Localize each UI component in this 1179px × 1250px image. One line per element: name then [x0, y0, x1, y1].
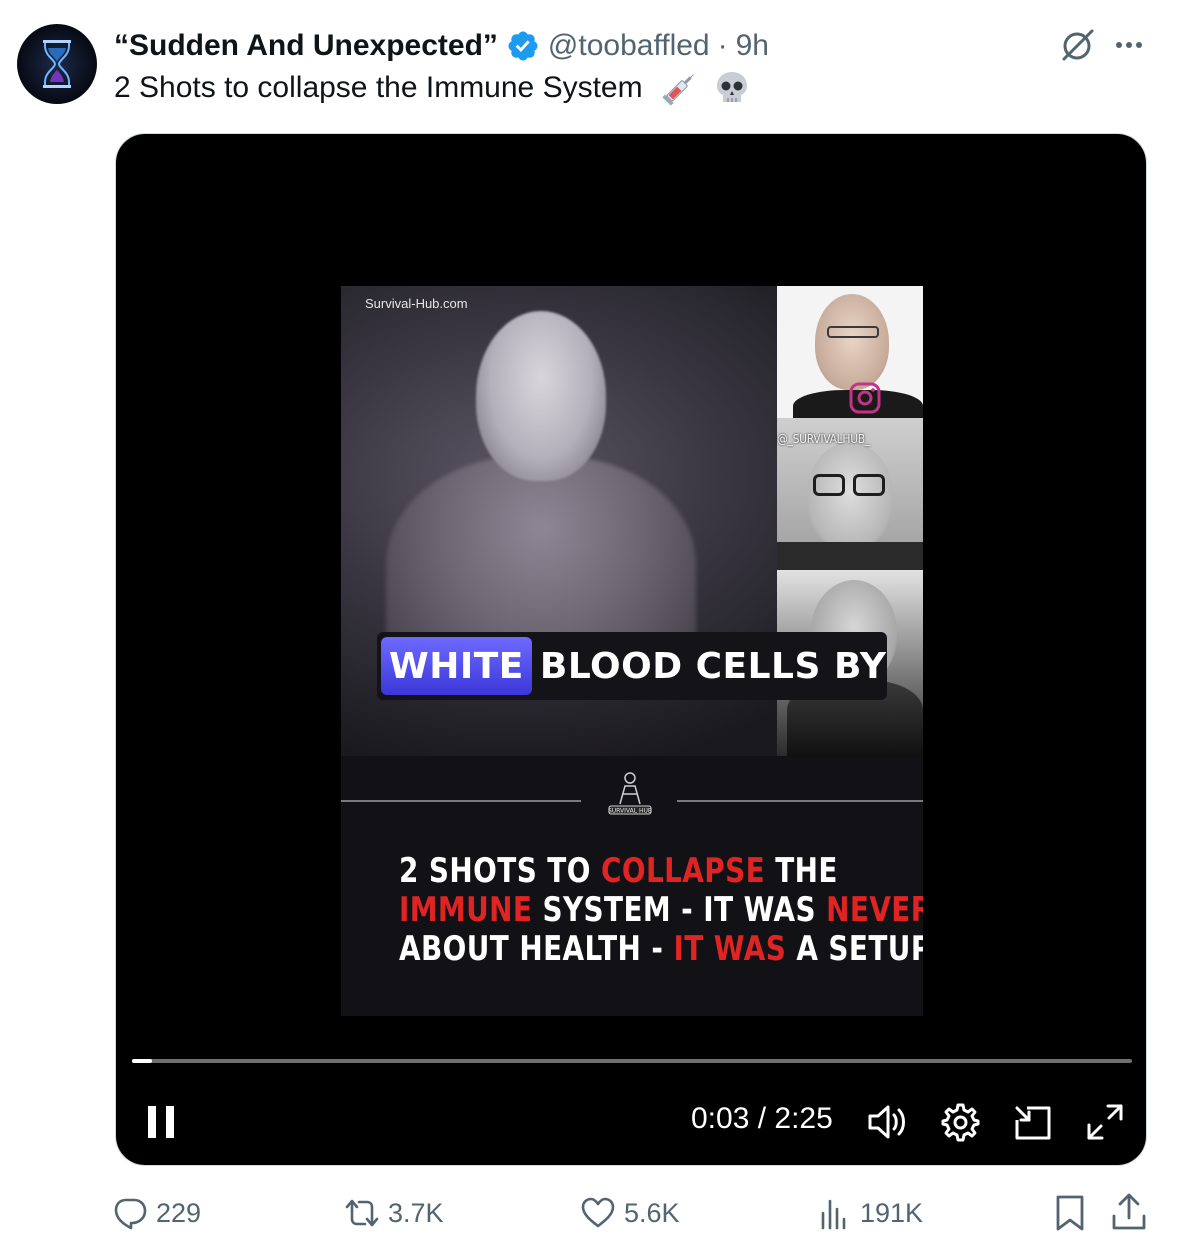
view-count: 191K: [860, 1197, 924, 1228]
more-options-icon[interactable]: [1112, 30, 1146, 60]
settings-gear-icon[interactable]: [940, 1102, 980, 1142]
views-button[interactable]: 191K: [816, 1190, 923, 1236]
caption-text: BLOOD CELLS BY: [539, 645, 887, 687]
volume-icon[interactable]: [866, 1102, 908, 1142]
separator-dot: ·: [717, 29, 728, 62]
reply-button[interactable]: 229: [112, 1190, 201, 1236]
repost-count: 3.7K: [388, 1197, 444, 1228]
reply-count: 229: [156, 1197, 202, 1228]
repost-button[interactable]: 3.7K: [344, 1190, 444, 1236]
timestamp[interactable]: 9h: [736, 29, 769, 63]
divider-left: [341, 800, 581, 802]
share-icon[interactable]: [1110, 1192, 1148, 1232]
video-progress-fill: [132, 1059, 152, 1063]
verified-badge-icon[interactable]: [506, 29, 540, 63]
author-handle[interactable]: @toobaffled: [548, 29, 710, 63]
pause-icon[interactable]: [146, 1104, 176, 1140]
headline-line-2: IMMUNE SYSTEM - IT WAS NEVER: [399, 890, 923, 930]
tweet-action-bar: 229 3.7K 5.6K 191K: [0, 1190, 1179, 1236]
logo-text: SURVIVAL HUB: [608, 808, 652, 815]
video-progress-bar[interactable]: [132, 1059, 1132, 1063]
bookmark-icon[interactable]: [1052, 1194, 1088, 1232]
instagram-icon: [849, 382, 881, 414]
like-count: 5.6K: [624, 1197, 680, 1228]
time-display: 0:03 / 2:25: [691, 1102, 833, 1135]
portrait-1: [777, 286, 923, 418]
video-headline: 2 SHOTS TO COLLAPSE THE IMMUNE SYSTEM - …: [399, 851, 923, 969]
divider-right: [677, 800, 923, 802]
blurred-figure-head: [476, 311, 606, 481]
tweet-header: “Sudden And Unexpected” @toobaffled · 9h: [114, 26, 769, 66]
caption-highlight: WHITE: [381, 637, 532, 695]
watermark-text: @_SURVIVALHUB_: [777, 432, 871, 446]
fullscreen-icon[interactable]: [1085, 1102, 1125, 1142]
video-player[interactable]: Survival-Hub.com @_SURVIVALHUB_ WHITE BL…: [115, 133, 1147, 1166]
picture-in-picture-icon[interactable]: [1013, 1102, 1053, 1142]
reply-icon: [114, 1198, 147, 1230]
views-chart-icon: [821, 1199, 846, 1230]
survival-hub-logo-icon: SURVIVAL HUB: [608, 772, 652, 815]
headline-line-3: ABOUT HEALTH - IT WAS A SETUP: [399, 929, 923, 969]
avatar[interactable]: [17, 24, 97, 104]
repost-icon: [345, 1199, 379, 1227]
tweet-text-content: 2 Shots to collapse the Immune System: [114, 71, 643, 104]
tweet-text: 2 Shots to collapse the Immune System: [114, 68, 751, 108]
skull-emoji-icon: [716, 72, 747, 102]
site-label: Survival-Hub.com: [365, 296, 468, 311]
hourglass-icon: [43, 40, 71, 88]
grok-icon[interactable]: [1058, 26, 1096, 64]
like-button[interactable]: 5.6K: [580, 1190, 680, 1236]
heart-icon: [581, 1197, 615, 1228]
syringe-emoji-icon: [661, 74, 694, 106]
video-frame: Survival-Hub.com @_SURVIVALHUB_ WHITE BL…: [341, 286, 923, 1016]
caption-bar: WHITE BLOOD CELLS BY: [377, 632, 887, 700]
display-name[interactable]: “Sudden And Unexpected”: [114, 29, 498, 63]
headline-line-1: 2 SHOTS TO COLLAPSE THE: [399, 851, 838, 891]
